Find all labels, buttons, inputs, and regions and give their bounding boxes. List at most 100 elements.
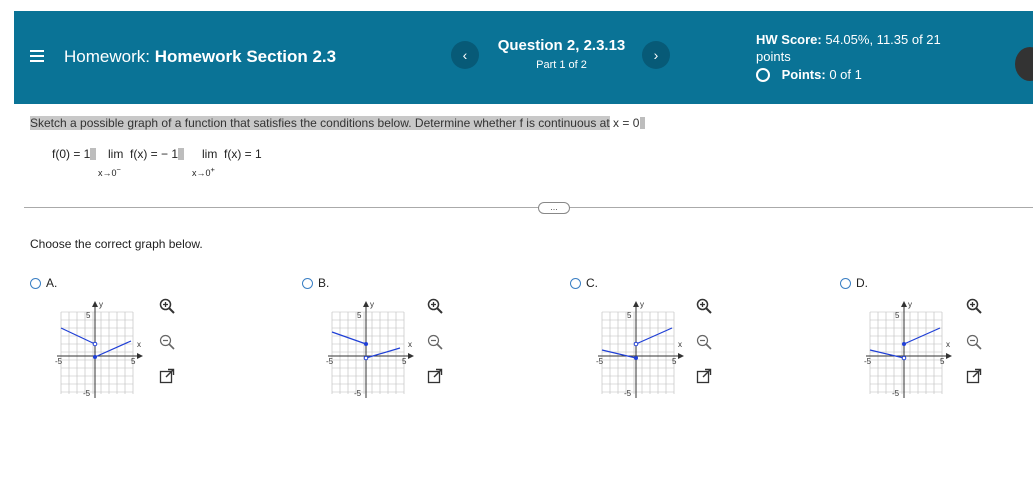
left-branch xyxy=(869,349,905,359)
graph-a[interactable]: y x 5 -5 -5 5 xyxy=(55,298,147,408)
y-axis-arrow xyxy=(901,301,907,307)
zoom-out-icon[interactable] xyxy=(696,334,712,350)
x-axis-arrow xyxy=(946,353,952,359)
graph-c[interactable]: y x 5 -5 -5 5 xyxy=(596,298,688,408)
divider xyxy=(24,207,1033,208)
closed-point xyxy=(93,355,97,359)
instruction-text: Sketch a possible graph of a function th… xyxy=(30,116,610,130)
option-c[interactable]: C. xyxy=(570,276,598,290)
y-tick-pos: 5 xyxy=(895,311,900,320)
y-axis-arrow xyxy=(92,301,98,307)
open-external-icon[interactable] xyxy=(159,368,175,384)
y-axis-arrow xyxy=(363,301,369,307)
closed-point xyxy=(634,356,638,360)
hw-score-value: 54.05%, 11.35 of 21 xyxy=(825,32,941,47)
x-tick-pos: 5 xyxy=(131,357,136,366)
zoom-in-icon[interactable] xyxy=(696,298,712,314)
left-limit-value: f(x) = − 1 xyxy=(130,147,179,161)
right-limit-approach: x→0 xyxy=(192,168,211,178)
choose-prompt: Choose the correct graph below. xyxy=(30,237,203,251)
open-point xyxy=(633,341,639,347)
homework-prefix: Homework: xyxy=(64,47,150,66)
open-external-icon[interactable] xyxy=(966,368,982,384)
homework-name: Homework Section 2.3 xyxy=(154,47,337,66)
right-limit-value: f(x) = 1 xyxy=(224,147,262,161)
points-circle-icon xyxy=(756,68,770,82)
condition-left-limit: lim f(x) = − 1 xyxy=(108,147,185,161)
x-tick-neg: -5 xyxy=(864,357,872,366)
question-part: Part 1 of 2 xyxy=(536,59,587,71)
right-limit-side: + xyxy=(210,165,215,174)
zoom-in-icon[interactable] xyxy=(966,298,982,314)
x-axis-label: x xyxy=(678,340,682,349)
x-axis-arrow xyxy=(408,353,414,359)
points: Points: 0 of 1 xyxy=(756,67,862,82)
next-question-button[interactable]: › xyxy=(642,41,670,69)
open-point xyxy=(901,355,907,361)
right-branch xyxy=(94,340,132,358)
option-letter: C. xyxy=(586,276,598,290)
highlight-box xyxy=(90,148,97,160)
closed-point xyxy=(902,342,906,346)
graph-d[interactable]: y x 5 -5 -5 5 xyxy=(864,298,956,408)
graph-b[interactable]: y x 5 -5 -5 5 xyxy=(326,298,418,408)
option-d[interactable]: D. xyxy=(840,276,868,290)
radio-button[interactable] xyxy=(840,278,851,289)
previous-question-button[interactable]: ‹ xyxy=(451,41,479,69)
option-letter: A. xyxy=(46,276,58,290)
radio-button[interactable] xyxy=(302,278,313,289)
zoom-out-icon[interactable] xyxy=(427,334,443,350)
hw-score: HW Score: 54.05%, 11.35 of 21 points xyxy=(756,31,941,65)
left-limit-side: − xyxy=(116,165,121,174)
y-tick-neg: -5 xyxy=(892,389,900,398)
open-point xyxy=(92,341,98,347)
header-bar: Homework: Homework Section 2.3 ‹ Questio… xyxy=(14,11,1033,104)
y-axis-arrow xyxy=(633,301,639,307)
y-tick-pos: 5 xyxy=(357,311,362,320)
condition-f0-text: f(0) = 1 xyxy=(52,147,91,161)
x-tick-pos: 5 xyxy=(672,357,677,366)
x-axis-arrow xyxy=(137,353,143,359)
option-b[interactable]: B. xyxy=(302,276,329,290)
y-tick-pos: 5 xyxy=(86,311,91,320)
grid xyxy=(331,311,405,394)
zoom-out-icon[interactable] xyxy=(966,334,982,350)
radio-button[interactable] xyxy=(30,278,41,289)
question-instruction: Sketch a possible graph of a function th… xyxy=(30,116,646,130)
closed-point xyxy=(364,342,368,346)
zoom-in-icon[interactable] xyxy=(159,298,175,314)
y-tick-neg: -5 xyxy=(354,389,362,398)
option-a[interactable]: A. xyxy=(30,276,57,290)
homework-title: Homework: Homework Section 2.3 xyxy=(64,47,336,67)
radio-button[interactable] xyxy=(570,278,581,289)
zoom-out-icon[interactable] xyxy=(159,334,175,350)
open-external-icon[interactable] xyxy=(696,368,712,384)
x-axis-label: x xyxy=(137,340,141,349)
points-label: Points: xyxy=(781,67,826,82)
points-value: 0 of 1 xyxy=(829,67,862,82)
lim-label: lim xyxy=(108,147,124,161)
open-external-icon[interactable] xyxy=(427,368,443,384)
left-branch xyxy=(601,349,637,359)
y-tick-pos: 5 xyxy=(627,311,632,320)
left-branch xyxy=(331,331,367,345)
hw-score-unit: points xyxy=(756,49,791,64)
question-title: Question 2, 2.3.13 xyxy=(497,37,626,54)
grid xyxy=(60,311,134,394)
open-point xyxy=(363,355,369,361)
expand-button[interactable]: ... xyxy=(538,202,570,214)
y-axis-label: y xyxy=(640,300,644,309)
option-letter: D. xyxy=(856,276,868,290)
left-limit-approach: x→0 xyxy=(98,168,117,178)
left-limit-subscript: x→0− xyxy=(98,165,121,178)
zoom-in-icon[interactable] xyxy=(427,298,443,314)
y-tick-neg: -5 xyxy=(624,389,632,398)
condition-f0: f(0) = 1 xyxy=(52,147,97,161)
y-axis-label: y xyxy=(370,300,374,309)
highlight-box xyxy=(640,117,646,129)
option-letter: B. xyxy=(318,276,330,290)
highlight-box xyxy=(178,148,185,160)
x-tick-neg: -5 xyxy=(326,357,334,366)
x-tick-neg: -5 xyxy=(55,357,63,366)
menu-icon[interactable] xyxy=(30,50,44,62)
